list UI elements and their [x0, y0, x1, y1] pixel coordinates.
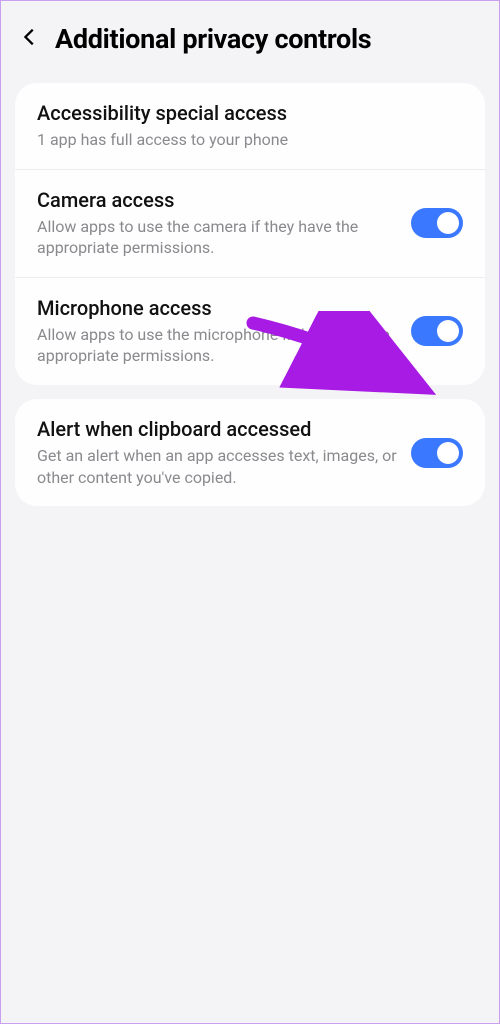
setting-microphone-access[interactable]: Microphone access Allow apps to use the …	[15, 278, 485, 385]
camera-access-toggle[interactable]	[411, 208, 463, 238]
settings-group-0: Accessibility special access 1 app has f…	[15, 83, 485, 385]
setting-text: Microphone access Allow apps to use the …	[37, 296, 411, 367]
setting-text: Camera access Allow apps to use the came…	[37, 188, 411, 259]
setting-camera-access[interactable]: Camera access Allow apps to use the came…	[15, 170, 485, 278]
page-header: Additional privacy controls	[1, 1, 499, 73]
setting-text: Accessibility special access 1 app has f…	[37, 101, 463, 151]
setting-description: Allow apps to use the camera if they hav…	[37, 216, 401, 259]
setting-description: Get an alert when an app accesses text, …	[37, 445, 401, 488]
setting-title: Alert when clipboard accessed	[37, 417, 401, 441]
setting-text: Alert when clipboard accessed Get an ale…	[37, 417, 411, 488]
setting-description: Allow apps to use the microphone if they…	[37, 324, 401, 367]
setting-alert-clipboard-accessed[interactable]: Alert when clipboard accessed Get an ale…	[15, 399, 485, 506]
page-title: Additional privacy controls	[55, 23, 371, 55]
setting-description: 1 app has full access to your phone	[37, 129, 453, 151]
microphone-access-toggle[interactable]	[411, 316, 463, 346]
settings-group-1: Alert when clipboard accessed Get an ale…	[15, 399, 485, 506]
setting-title: Microphone access	[37, 296, 401, 320]
setting-title: Camera access	[37, 188, 401, 212]
alert-clipboard-toggle[interactable]	[411, 438, 463, 468]
setting-accessibility-special-access[interactable]: Accessibility special access 1 app has f…	[15, 83, 485, 170]
back-chevron-icon[interactable]	[19, 26, 41, 52]
setting-title: Accessibility special access	[37, 101, 453, 125]
